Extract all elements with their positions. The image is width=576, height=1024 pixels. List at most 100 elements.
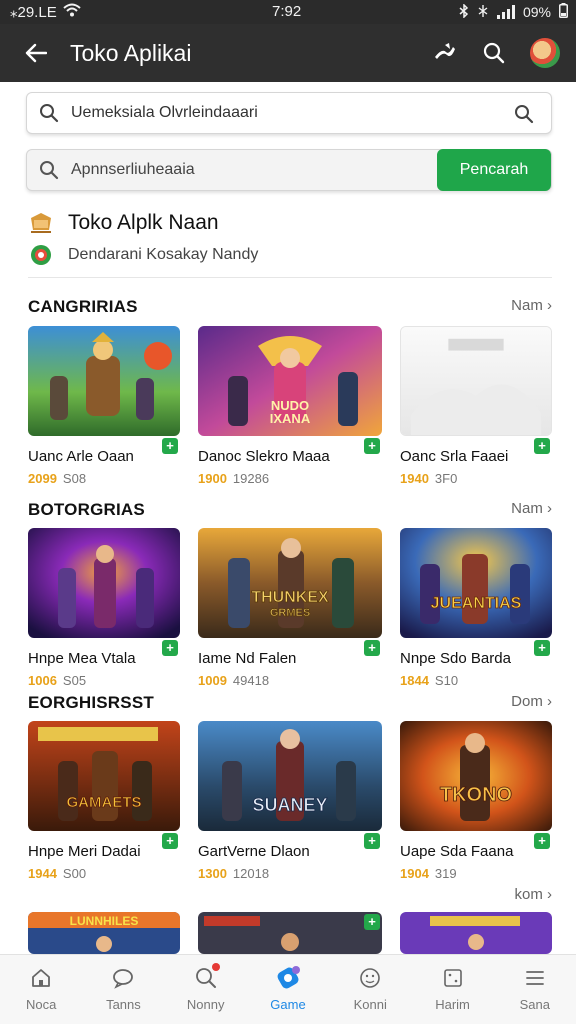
store-subtitle: Dendarani Kosakay Nandy [68, 246, 259, 263]
app-title: Hnpe Mea Vtala [28, 650, 136, 667]
app-card[interactable]: GAMAETS + Hnpe Meri Dadai 1944 S00 [28, 721, 180, 881]
thumb-text: NUDO IXANA [270, 398, 311, 426]
status-bar: ⁎29.LE 7:92 09% [0, 0, 576, 24]
vibrate-icon [477, 4, 489, 21]
nav-item-menu[interactable]: Sana [494, 955, 576, 1024]
search-input[interactable]: Uemeksiala Olvrleindaaari [26, 92, 552, 134]
page-title: Toko Aplikai [70, 40, 192, 66]
search-icon[interactable] [511, 101, 537, 127]
nav-item-search[interactable]: Nonny [165, 955, 247, 1024]
add-button[interactable]: + [534, 640, 550, 656]
wifi-icon [63, 3, 81, 21]
share-button[interactable] [430, 38, 462, 68]
app-sub: 49418 [232, 673, 270, 688]
section-title: CANGRIRIAS [28, 297, 138, 316]
search-text: Apnnserliuheaaia [71, 161, 195, 178]
status-time: 7:92 [272, 3, 302, 20]
add-button[interactable]: + [534, 833, 550, 849]
add-button[interactable]: + [534, 438, 550, 454]
app-card[interactable]: + Uanc Arle Oaan 2099 S08 [28, 326, 180, 486]
chevron-right-icon: › [547, 886, 552, 903]
nav-item-home[interactable]: Noca [0, 955, 82, 1024]
nav-item-chat[interactable]: Tanns [82, 955, 164, 1024]
app-card[interactable]: THUNKEX GRMES + Iame Nd Falen 1009 49418 [198, 528, 382, 688]
app-thumbnail: JUEANTIAS [400, 528, 552, 638]
battery-text: 09% [522, 4, 551, 20]
thumb-text: JUEANTIAS [431, 595, 522, 612]
app-sub: S10 [434, 673, 459, 688]
nav-label: Game [270, 997, 306, 1012]
gamepad-icon [275, 965, 301, 991]
add-button[interactable]: + [162, 438, 178, 454]
store-name-row: Toko Alplk Naan [28, 210, 552, 236]
app-sub: 319 [434, 866, 457, 881]
app-meta: 1844 S10 [400, 673, 552, 688]
app-title: Uape Sda Faana [400, 843, 514, 860]
app-card[interactable]: JUEANTIAS + Nnpe Sdo Barda 1844 S10 [400, 528, 552, 688]
add-button[interactable]: + [364, 914, 380, 930]
app-card[interactable]: + Hnpe Mea Vtala 1006 S05 [28, 528, 180, 688]
app-thumbnail [28, 326, 180, 436]
app-title: Uanc Arle Oaan [28, 448, 134, 465]
app-card[interactable]: + Oanc Srla Faaei 1940 3F0 [400, 326, 552, 486]
thumb-text: TKONO [440, 784, 512, 806]
app-meta: 1300 12018 [198, 866, 382, 881]
add-button[interactable]: + [162, 640, 178, 656]
section-more-link[interactable]: kom › [514, 886, 552, 903]
app-card[interactable]: LUNNHILES [28, 912, 180, 954]
app-card[interactable]: + [198, 912, 382, 954]
app-card[interactable] [400, 912, 552, 954]
search-text: Uemeksiala Olvrleindaaari [71, 104, 258, 121]
app-sub: 12018 [232, 866, 270, 881]
nav-item-dice[interactable]: Harim [411, 955, 493, 1024]
badge-icon [31, 245, 51, 265]
nav-item-game[interactable]: Game [247, 955, 329, 1024]
app-thumbnail [198, 912, 382, 954]
app-price: 1006 [28, 673, 57, 688]
store-subtitle-row: Dendarani Kosakay Nandy [28, 244, 552, 266]
add-button[interactable]: + [364, 640, 380, 656]
thumb-text: SUANEY [252, 795, 327, 815]
status-left-text: ⁎29.LE [10, 4, 57, 21]
app-meta: 1904 319 [400, 866, 552, 881]
app-sub: S08 [62, 471, 87, 486]
app-sub: S05 [62, 673, 87, 688]
app-price: 1300 [198, 866, 227, 881]
bottom-nav: Noca Tanns Nonny Game Konni Harim Sana [0, 954, 576, 1024]
back-button[interactable] [20, 38, 52, 68]
app-meta: 1900 19286 [198, 471, 382, 486]
app-price: 1844 [400, 673, 429, 688]
app-sub: S00 [62, 866, 87, 881]
app-card[interactable]: NUDO IXANA + Danoc Slekro Maaa 1900 19286 [198, 326, 382, 486]
section-more-link[interactable]: Dom › [511, 693, 552, 710]
more-label: kom [514, 886, 543, 903]
add-button[interactable]: + [364, 833, 380, 849]
app-price: 1900 [198, 471, 227, 486]
more-label: Nam [511, 297, 543, 314]
search-icon [35, 156, 63, 184]
app-card[interactable]: TKONO + Uape Sda Faana 1904 319 [400, 721, 552, 881]
app-title: Iame Nd Falen [198, 650, 297, 667]
search-submit-button[interactable]: Pencarah [437, 149, 551, 191]
app-title: Nnpe Sdo Barda [400, 650, 511, 667]
status-right: 09% [459, 2, 568, 21]
app-sub: 19286 [232, 471, 270, 486]
app-thumbnail: THUNKEX GRMES [198, 528, 382, 638]
section-more-link[interactable]: Nam › [511, 297, 552, 314]
search-button[interactable] [478, 38, 510, 68]
divider [28, 277, 552, 278]
avatar[interactable] [530, 38, 560, 68]
nav-item-face[interactable]: Konni [329, 955, 411, 1024]
app-card[interactable]: SUANEY + GartVerne Dlaon 1300 12018 [198, 721, 382, 881]
app-price: 1009 [198, 673, 227, 688]
section-more-link[interactable]: Nam › [511, 500, 552, 517]
add-button[interactable]: + [162, 833, 178, 849]
add-button[interactable]: + [364, 438, 380, 454]
app-price: 2099 [28, 471, 57, 486]
nav-label: Konni [353, 997, 387, 1012]
app-meta: 1006 S05 [28, 673, 180, 688]
app-meta: 1944 S00 [28, 866, 180, 881]
search-field[interactable]: Apnnserliuheaaia Pencarah [26, 149, 552, 191]
battery-icon [559, 3, 568, 21]
app-title: Danoc Slekro Maaa [198, 448, 330, 465]
